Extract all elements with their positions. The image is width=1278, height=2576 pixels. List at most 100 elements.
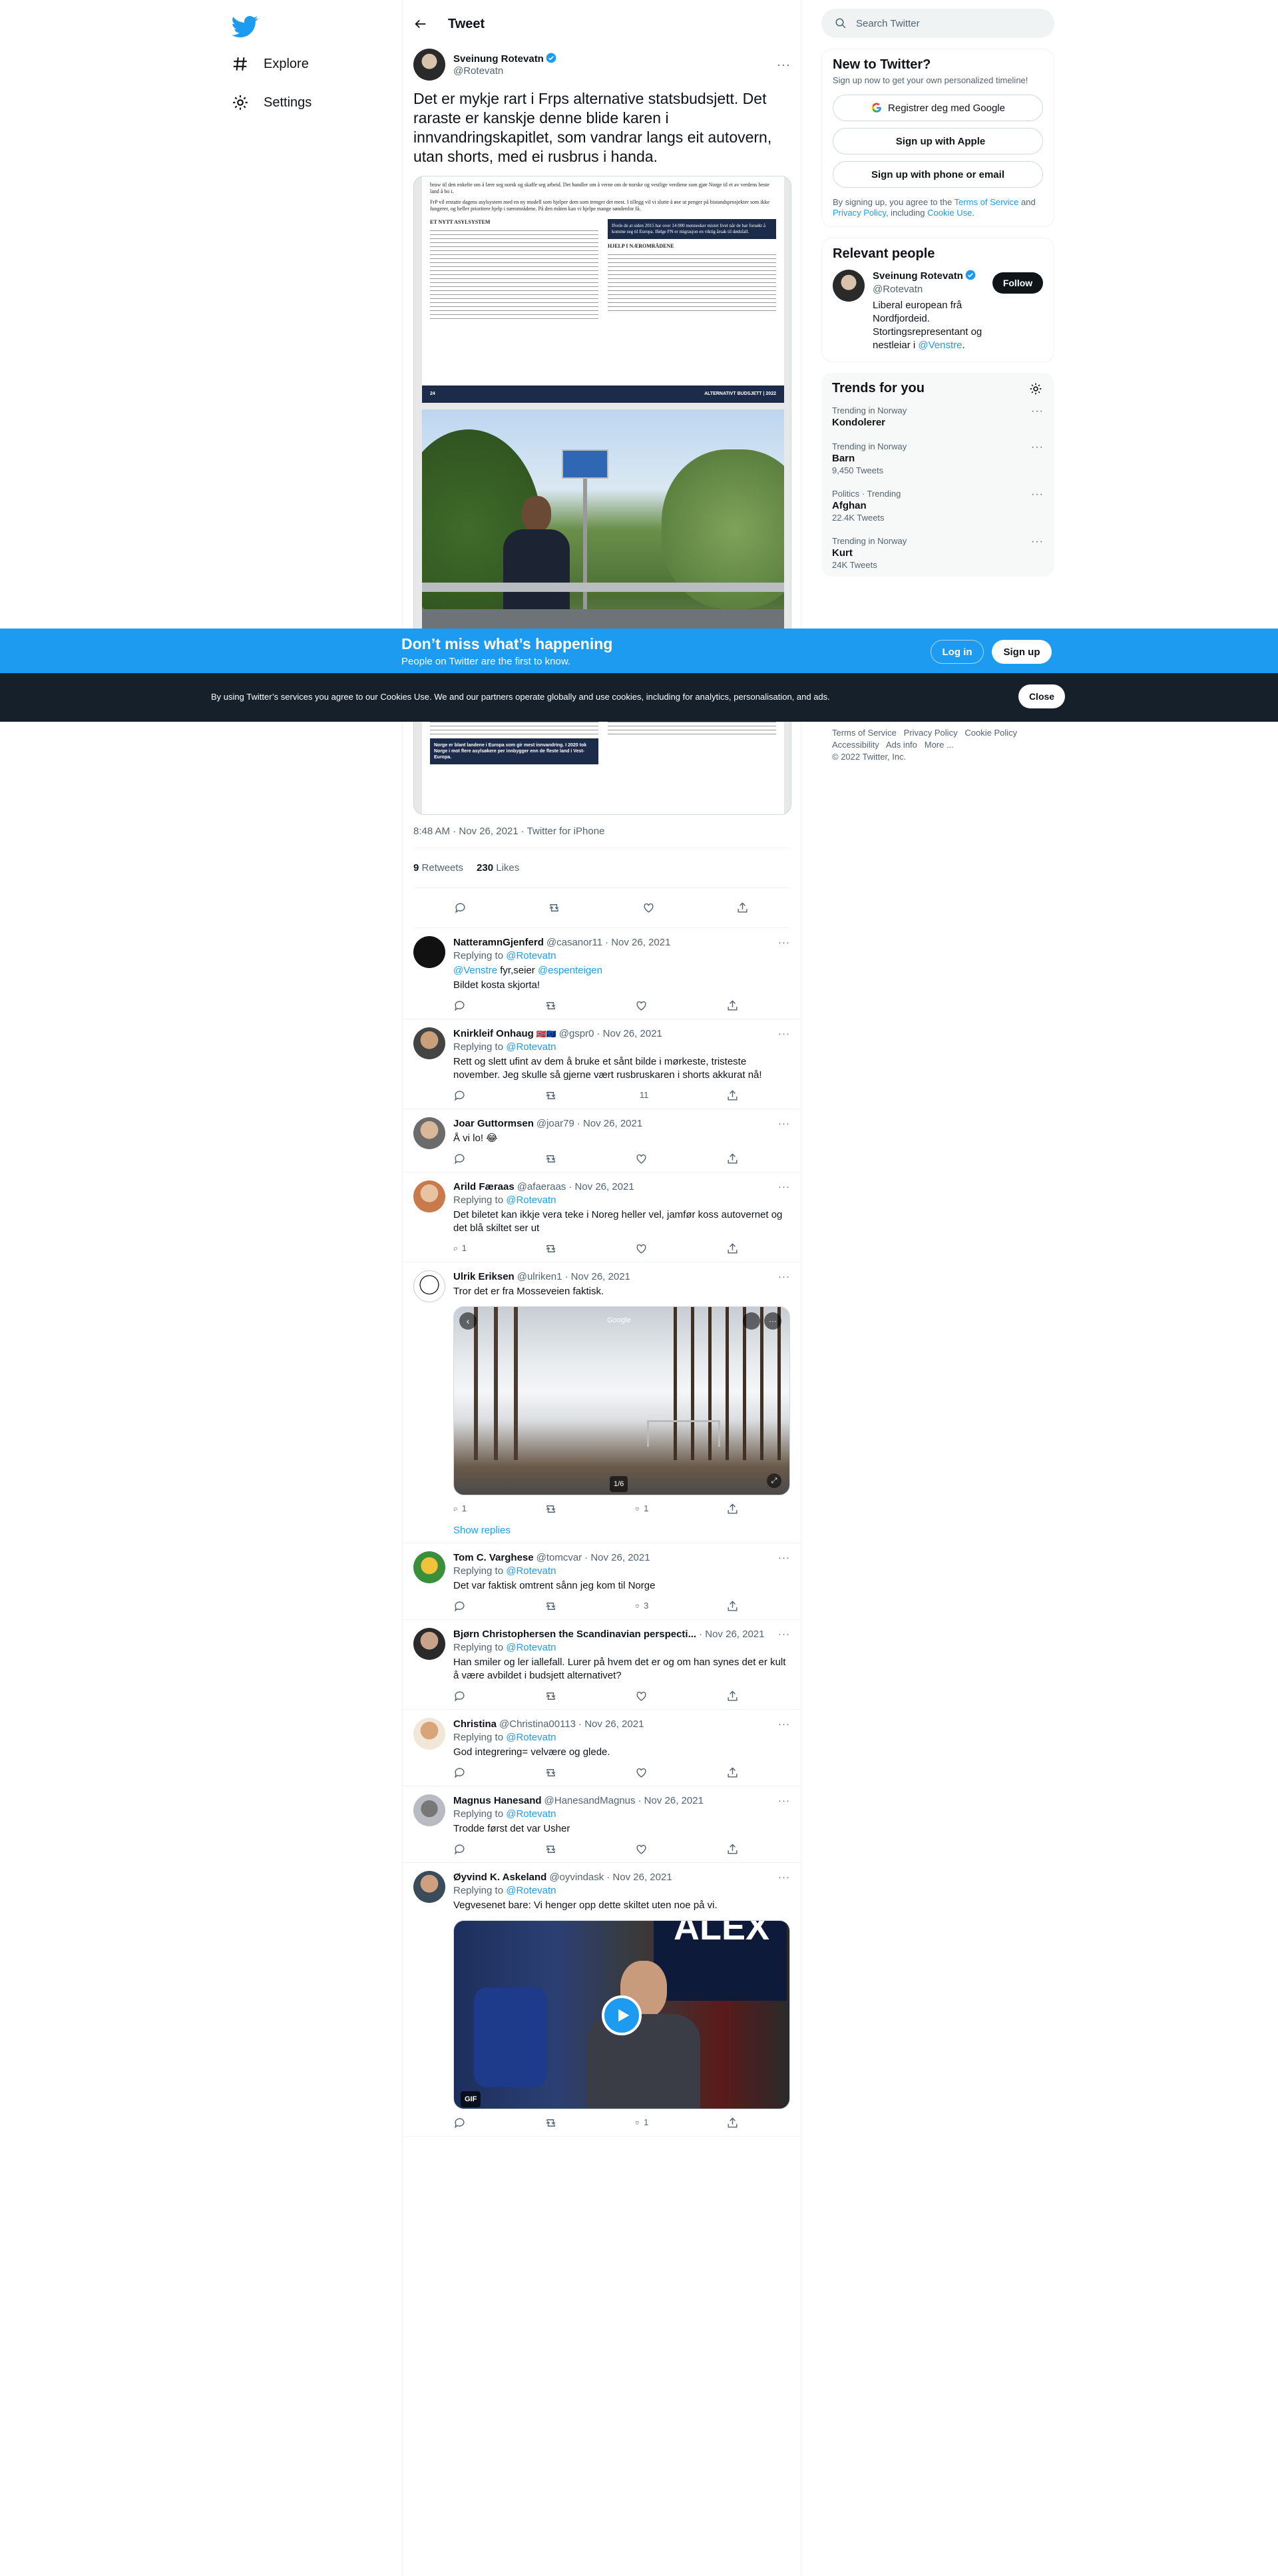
- reply-icon[interactable]: [453, 2116, 467, 2129]
- twitter-logo-icon[interactable]: [232, 13, 258, 40]
- reply-date[interactable]: · Nov 26, 2021: [578, 1718, 644, 1731]
- retweet-icon[interactable]: [544, 1502, 558, 1515]
- share-icon[interactable]: [726, 2116, 740, 2129]
- avatar[interactable]: [413, 1270, 445, 1302]
- reply-date[interactable]: · Nov 26, 2021: [564, 1270, 630, 1284]
- footer-link[interactable]: Privacy Policy: [904, 728, 958, 738]
- author-handle[interactable]: @Rotevatn: [453, 65, 556, 77]
- more-options-icon[interactable]: ···: [778, 1794, 790, 1808]
- more-options-icon[interactable]: ···: [778, 1180, 790, 1194]
- mention-link[interactable]: @Rotevatn: [506, 1808, 556, 1820]
- nav-explore[interactable]: Explore: [232, 51, 309, 77]
- avatar[interactable]: [413, 1628, 445, 1660]
- cookie-close-button[interactable]: Close: [1018, 684, 1065, 708]
- avatar[interactable]: [413, 1117, 445, 1149]
- tweet-timestamp[interactable]: 8:48 AM · Nov 26, 2021 · Twitter for iPh…: [413, 815, 790, 848]
- reply-author-name[interactable]: Øyvind K. Askeland: [453, 1871, 546, 1884]
- avatar[interactable]: [833, 270, 865, 302]
- mention-link[interactable]: @Rotevatn: [506, 1565, 556, 1577]
- person-handle[interactable]: @Rotevatn: [873, 283, 1012, 296]
- more-options-icon[interactable]: ···: [778, 1270, 790, 1284]
- reply-tweet[interactable]: Joar Guttormsen @joar79 · Nov 26, 2021 ···…: [403, 1109, 801, 1172]
- reply-author-handle[interactable]: @gspr0: [559, 1027, 594, 1041]
- reply-date[interactable]: · Nov 26, 2021: [638, 1794, 704, 1808]
- reply-tweet[interactable]: Øyvind K. Askeland @oyvindask · Nov 26, 20…: [403, 1863, 801, 2137]
- reply-author-handle[interactable]: @HanesandMagnus: [544, 1794, 636, 1808]
- relevant-person[interactable]: Sveinung Rotevatn @Rotevatn Liberal euro…: [822, 264, 1054, 362]
- more-options-icon[interactable]: ···: [1031, 489, 1044, 501]
- avatar[interactable]: [413, 1027, 445, 1059]
- like-icon[interactable]: [635, 1766, 648, 1779]
- reply-author-name[interactable]: Christina: [453, 1718, 497, 1731]
- like-icon[interactable]: 3: [635, 1599, 648, 1613]
- reply-icon[interactable]: 1: [453, 1502, 467, 1515]
- reply-icon[interactable]: [453, 1089, 467, 1102]
- mention-link[interactable]: @Venstre: [453, 965, 497, 976]
- mention-link[interactable]: @Rotevatn: [506, 1041, 556, 1053]
- reply-icon[interactable]: [453, 1152, 467, 1165]
- share-icon[interactable]: [726, 1599, 740, 1613]
- like-icon[interactable]: [635, 1842, 648, 1856]
- retweet-icon[interactable]: [544, 1689, 558, 1702]
- retweet-icon[interactable]: [548, 902, 561, 915]
- reply-date[interactable]: · Nov 26, 2021: [568, 1180, 634, 1194]
- trend-item[interactable]: Trending in Norway Kurt 24K Tweets ···: [821, 529, 1054, 577]
- reply-icon[interactable]: [453, 1599, 467, 1613]
- footer-link[interactable]: Ads info: [886, 740, 917, 750]
- share-icon[interactable]: [726, 1089, 740, 1102]
- reply-tweet[interactable]: Knirkleif Onhaug 🇳🇴🇪🇺 @gspr0 · Nov 26, 2021…: [403, 1019, 801, 1109]
- reply-author-name[interactable]: NatteramnGjenferd: [453, 936, 544, 949]
- retweet-icon[interactable]: [544, 1842, 558, 1856]
- login-button[interactable]: Log in: [931, 640, 984, 664]
- trend-item[interactable]: Trending in Norway Barn 9,450 Tweets ···: [821, 435, 1054, 482]
- mention-link[interactable]: @Rotevatn: [506, 950, 556, 961]
- reply-icon[interactable]: [454, 902, 467, 915]
- share-icon[interactable]: [726, 1689, 740, 1702]
- likes-stat[interactable]: 230 Likes: [477, 862, 519, 874]
- retweets-stat[interactable]: 9 Retweets: [413, 862, 463, 874]
- streetview-image[interactable]: ‹ Google ··· 1/6 ⤢: [453, 1306, 790, 1495]
- reply-author-handle[interactable]: @tomcvar: [536, 1551, 582, 1565]
- author-name[interactable]: Sveinung Rotevatn: [453, 53, 544, 65]
- footer-link[interactable]: Accessibility: [832, 740, 879, 750]
- search-input[interactable]: Search Twitter: [856, 18, 920, 29]
- retweet-icon[interactable]: [544, 1599, 558, 1613]
- retweet-icon[interactable]: [544, 1089, 558, 1102]
- share-icon[interactable]: [726, 1152, 740, 1165]
- retweet-icon[interactable]: [544, 1152, 558, 1165]
- cookie-use-link[interactable]: Cookie Use: [927, 208, 972, 218]
- mention-link[interactable]: @espenteigen: [538, 965, 602, 976]
- like-icon[interactable]: [635, 1242, 648, 1255]
- more-options-icon[interactable]: ···: [778, 1718, 790, 1731]
- reply-author-handle[interactable]: @joar79: [536, 1117, 574, 1131]
- person-name[interactable]: Sveinung Rotevatn: [873, 270, 963, 282]
- reply-date[interactable]: · Nov 26, 2021: [584, 1551, 650, 1565]
- reply-author-name[interactable]: Magnus Hanesand: [453, 1794, 542, 1808]
- avatar[interactable]: [413, 1551, 445, 1583]
- apple-signup-button[interactable]: Sign up with Apple: [833, 128, 1043, 154]
- share-icon[interactable]: [726, 1502, 740, 1515]
- mention-link[interactable]: @Rotevatn: [506, 1732, 556, 1743]
- chevron-left-icon[interactable]: ‹: [459, 1312, 477, 1330]
- retweet-icon[interactable]: [544, 1242, 558, 1255]
- follow-button[interactable]: Follow: [992, 272, 1043, 294]
- like-icon[interactable]: 1: [635, 1502, 648, 1515]
- terms-link[interactable]: Terms of Service: [955, 197, 1019, 207]
- more-icon[interactable]: ···: [764, 1312, 781, 1330]
- like-icon[interactable]: 11: [635, 1089, 648, 1102]
- reply-tweet[interactable]: Arild Færaas @afaeraas · Nov 26, 2021 ··· …: [403, 1172, 801, 1262]
- share-icon[interactable]: [736, 902, 749, 915]
- reply-icon[interactable]: [453, 999, 467, 1012]
- gear-icon[interactable]: [1029, 382, 1042, 395]
- retweet-icon[interactable]: [544, 2116, 558, 2129]
- footer-link[interactable]: Terms of Service: [832, 728, 897, 738]
- reply-icon[interactable]: [453, 1689, 467, 1702]
- avatar[interactable]: [413, 49, 445, 81]
- reply-tweet[interactable]: Magnus Hanesand @HanesandMagnus · Nov 26, …: [403, 1786, 801, 1863]
- gif-media[interactable]: ALEX GIF: [453, 1920, 790, 2109]
- avatar[interactable]: [413, 1180, 445, 1212]
- mention-link[interactable]: @Rotevatn: [506, 1194, 556, 1206]
- reply-author-name[interactable]: Tom C. Varghese: [453, 1551, 534, 1565]
- reply-date[interactable]: · Nov 26, 2021: [577, 1117, 642, 1131]
- like-icon[interactable]: 1: [635, 2116, 648, 2129]
